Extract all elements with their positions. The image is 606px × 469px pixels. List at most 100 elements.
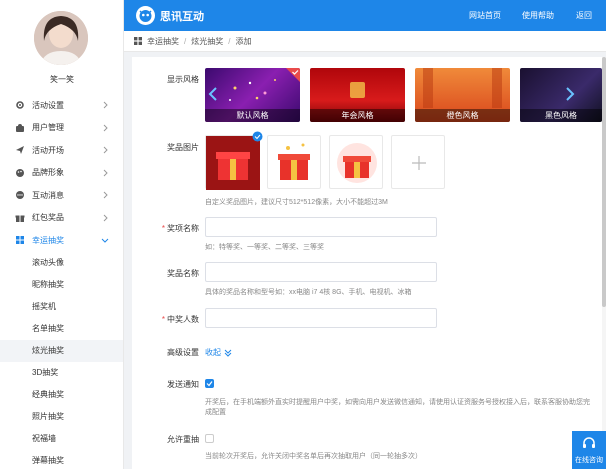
style-card-annual[interactable]: 年会风格 <box>310 68 405 122</box>
subitem-lottery-machine[interactable]: 摇奖机 <box>0 296 123 318</box>
required-mark: * <box>161 315 165 324</box>
breadcrumb-item: 添加 <box>235 36 252 46</box>
palette-icon <box>15 168 25 178</box>
subitem-glare-draw[interactable]: 炫光抽奖 <box>0 339 123 362</box>
sidebar-item-activity-opening[interactable]: 活动开场 <box>0 139 123 162</box>
chevron-left-icon[interactable] <box>207 86 219 102</box>
sidebar-item-label: 幸运抽奖 <box>32 235 64 245</box>
top-header: 思讯互动 网站首页 使用帮助 返回 <box>124 0 606 31</box>
breadcrumb-item[interactable]: 炫光抽奖 <box>191 36 223 47</box>
prize-image-hint: 自定义奖品图片，建议尺寸512*512像素，大小不能超过3M <box>205 199 388 206</box>
style-caption: 年会风格 <box>310 109 405 122</box>
notify-hint: 开奖后，在手机端额外直实时提醒用户中奖，如需向用户发送微信通知，请使用认证资服务… <box>205 399 590 406</box>
subitem-photo-draw[interactable]: 照片抽奖 <box>0 406 123 428</box>
award-name-hint: 如：特等奖、一等奖、二等奖、三等奖 <box>205 244 324 251</box>
subitem-3d-draw[interactable]: 3D抽奖 <box>0 362 123 384</box>
winners-label-text: 中奖人数 <box>167 315 199 324</box>
sidebar-item-brand-image[interactable]: 品牌形象 <box>0 162 123 185</box>
breadcrumb-item[interactable]: 幸运抽奖 <box>147 36 179 47</box>
subitem-nickname-draw[interactable]: 昵称抽奖 <box>0 274 123 296</box>
winners-count-input[interactable] <box>205 308 437 328</box>
user-icon <box>15 123 25 133</box>
send-icon <box>15 145 25 155</box>
upload-image-button[interactable] <box>391 135 445 189</box>
notify-checkbox[interactable] <box>205 379 214 388</box>
sidebar-item-label: 活动设置 <box>32 100 64 110</box>
collapse-toggle[interactable]: 收起 <box>205 347 232 358</box>
grid-icon <box>15 235 25 245</box>
winners-label: * 中奖人数 <box>132 314 199 325</box>
sidebar-item-lucky-draw[interactable]: 幸运抽奖 <box>0 229 123 252</box>
style-caption: 橙色风格 <box>415 109 510 122</box>
sidebar: 笑一笑 活动设置 用户管理 活动开场 品牌形象 互动消息 红包奖品 幸运抽奖 滚… <box>0 0 124 469</box>
notify-hint-continued: 成配置 <box>205 409 226 416</box>
brand-name: 思讯互动 <box>160 11 204 23</box>
collapse-label: 收起 <box>205 348 221 357</box>
prize-image-option[interactable] <box>329 135 383 189</box>
plus-icon <box>412 156 426 170</box>
subitem-blessing-wall[interactable]: 祝福墙 <box>0 428 123 450</box>
breadcrumb: 幸运抽奖 / 炫光抽奖 / 添加 <box>124 31 606 52</box>
award-name-label: * 奖项名称 <box>132 223 199 234</box>
prize-name-input[interactable] <box>205 262 437 282</box>
subitem-classic-draw[interactable]: 经典抽奖 <box>0 384 123 406</box>
subitem-rolling-avatar[interactable]: 滚动头像 <box>0 252 123 274</box>
sidebar-item-label: 红包奖品 <box>32 213 64 223</box>
sidebar-item-activity-settings[interactable]: 活动设置 <box>0 94 123 117</box>
advanced-label: 高级设置 <box>167 348 199 357</box>
repeat-label: 允许重抽 <box>167 435 199 444</box>
award-name-label-text: 奖项名称 <box>167 224 199 233</box>
sidebar-item-label: 活动开场 <box>32 145 64 155</box>
page-scrollbar[interactable] <box>602 57 606 469</box>
nav-help-link[interactable]: 使用帮助 <box>522 10 554 21</box>
repeat-hint: 当前轮次开奖后，允许关闭中奖名单后再次抽取用户（同一轮抽多次） <box>205 453 422 460</box>
sidebar-item-user-management[interactable]: 用户管理 <box>0 117 123 140</box>
gear-icon <box>15 100 25 110</box>
nav-home-link[interactable]: 网站首页 <box>469 10 501 21</box>
chevron-double-down-icon <box>224 349 232 357</box>
avatar[interactable] <box>34 11 88 65</box>
sidebar-item-label: 互动消息 <box>32 190 64 200</box>
breadcrumb-separator: / <box>228 36 231 46</box>
form-panel: 显示风格 默认风格 年会风格 橙色风格 黑色风格 奖品图片 自定义奖品图片，建议… <box>132 57 602 469</box>
headset-icon <box>583 437 595 448</box>
online-service-button[interactable]: 在线咨询 <box>572 431 606 469</box>
style-card-black[interactable]: 黑色风格 <box>520 68 602 122</box>
check-icon <box>286 68 300 82</box>
award-name-input[interactable] <box>205 217 437 237</box>
chevron-right-icon <box>103 191 108 199</box>
chevron-right-icon <box>103 169 108 176</box>
repeat-checkbox[interactable] <box>205 434 214 443</box>
chevron-right-icon <box>103 146 108 154</box>
sidebar-menu: 活动设置 用户管理 活动开场 品牌形象 互动消息 红包奖品 幸运抽奖 滚动头像 … <box>0 94 123 469</box>
chevron-down-icon <box>101 238 109 243</box>
chat-icon <box>15 190 25 200</box>
scrollbar-thumb[interactable] <box>602 57 606 307</box>
prize-image-option[interactable] <box>267 135 321 189</box>
prize-name-hint: 具体的奖品名称和型号如：xx电脑 i7 4核 8G、手机、电视机、冰箱 <box>205 289 412 296</box>
style-card-default[interactable]: 默认风格 <box>205 68 300 122</box>
required-mark: * <box>161 224 165 233</box>
chevron-right-icon[interactable] <box>564 86 576 102</box>
gift-icon <box>15 213 25 223</box>
logo-icon <box>136 6 155 25</box>
grid-icon <box>134 37 142 45</box>
gift-image <box>206 136 260 190</box>
nav-back-link[interactable]: 返回 <box>576 10 592 21</box>
gift-image <box>278 143 310 180</box>
sidebar-item-interactive-messages[interactable]: 互动消息 <box>0 184 123 207</box>
subitem-list-draw[interactable]: 名单抽奖 <box>0 318 123 340</box>
chevron-right-icon <box>103 101 108 109</box>
prize-name-label: 奖品名称 <box>167 269 199 278</box>
chevron-right-icon <box>103 214 108 221</box>
prize-image-selected[interactable] <box>205 131 263 190</box>
sidebar-item-red-packet-prizes[interactable]: 红包奖品 <box>0 207 123 230</box>
style-label: 显示风格 <box>167 75 199 84</box>
subitem-barrage-draw[interactable]: 弹幕抽奖 <box>0 450 123 469</box>
check-icon <box>206 381 213 387</box>
style-caption: 黑色风格 <box>520 109 602 122</box>
gift-image <box>337 143 377 183</box>
style-card-orange[interactable]: 橙色风格 <box>415 68 510 122</box>
notify-label: 发送通知 <box>167 380 199 389</box>
chevron-right-icon <box>103 124 108 131</box>
